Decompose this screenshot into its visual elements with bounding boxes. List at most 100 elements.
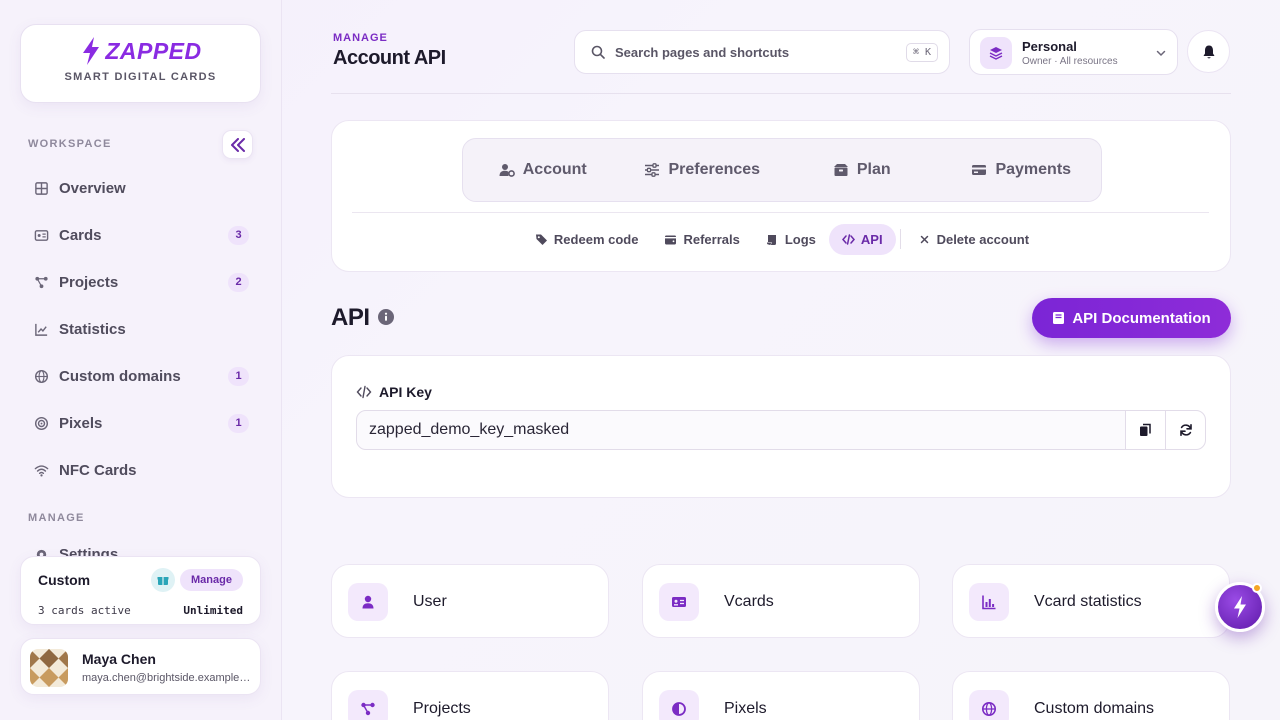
subtab-api[interactable]: API	[828, 223, 896, 255]
tab-plan[interactable]: Plan	[782, 139, 942, 201]
count-badge: 3	[228, 225, 249, 245]
sidebar-item-overview[interactable]: Overview	[28, 173, 253, 203]
subtab-label: Logs	[784, 231, 816, 247]
sidebar-item-pixels[interactable]: Pixels 1	[28, 408, 253, 438]
section-title: API	[331, 304, 370, 331]
resource-card-pixels[interactable]: Pixels	[642, 671, 920, 720]
resource-card-vcards[interactable]: Vcards	[642, 564, 920, 638]
resource-label: Projects	[413, 700, 471, 717]
search-icon	[591, 45, 605, 59]
chevron-down-icon	[1156, 50, 1166, 57]
code-icon	[841, 233, 855, 245]
tab-payments[interactable]: Payments	[942, 139, 1102, 201]
workspace-name: Personal	[1022, 39, 1077, 54]
subtab-label: Delete account	[936, 231, 1030, 247]
resource-label: User	[413, 593, 447, 610]
close-icon	[920, 235, 928, 243]
book-icon	[1053, 312, 1065, 324]
header-divider	[331, 93, 1231, 94]
plan-name: Custom	[38, 572, 91, 588]
workspace-section-label: WORKSPACE	[28, 138, 112, 150]
plan-card: Custom Manage 3 cards active Unlimited	[20, 556, 261, 625]
tab-account[interactable]: Account	[463, 139, 623, 201]
layers-icon	[980, 37, 1012, 69]
user-icon	[348, 583, 388, 621]
sidebar-item-settings[interactable]: Settings	[28, 540, 253, 556]
sliders-icon	[645, 163, 660, 177]
subtab-label: Referrals	[683, 231, 740, 247]
user-card[interactable]: Maya Chen maya.chen@brightside.example.c…	[20, 638, 261, 695]
resource-label: Custom domains	[1034, 700, 1155, 717]
sidebar-item-label: Custom domains	[59, 367, 181, 385]
tab-label: Account	[522, 161, 587, 178]
tabs-divider	[352, 212, 1209, 213]
sidebar-item-statistics[interactable]: Statistics	[28, 314, 253, 344]
sidebar-item-label: NFC Cards	[59, 461, 137, 479]
grid-icon	[33, 180, 49, 196]
count-badge: 1	[228, 366, 249, 386]
api-documentation-button[interactable]: API Documentation	[1032, 298, 1231, 338]
workspace-switcher[interactable]: Personal Owner · All resources	[969, 29, 1178, 75]
search-input[interactable]: Search pages and shortcuts ⌘ K	[574, 30, 950, 74]
resource-label: Vcard statistics	[1034, 593, 1142, 610]
target-icon	[33, 415, 49, 431]
sidebar-item-label: Pixels	[59, 414, 103, 432]
sidebar-item-label: Settings	[59, 546, 119, 556]
plan-limit: Unlimited	[183, 604, 243, 617]
bolt-icon	[1234, 596, 1246, 618]
id-card-icon	[33, 227, 49, 243]
brand-logo[interactable]: ZAPPED SMART DIGITAL CARDS	[20, 24, 261, 103]
info-icon[interactable]	[378, 309, 394, 325]
resource-card-vcard-statistics[interactable]: Vcard statistics	[952, 564, 1230, 638]
sidebar-item-cards[interactable]: Cards 3	[28, 220, 253, 250]
regenerate-api-key-button[interactable]	[1165, 410, 1206, 450]
tab-preferences[interactable]: Preferences	[623, 139, 783, 201]
avatar	[30, 649, 68, 687]
user-name: Maya Chen	[82, 651, 156, 667]
api-key-card: API Key	[331, 355, 1231, 498]
subtab-delete-account[interactable]: Delete account	[905, 224, 1042, 255]
bar-chart-icon	[969, 583, 1009, 621]
sidebar-item-projects[interactable]: Projects 2	[28, 267, 253, 297]
search-shortcut: ⌘ K	[905, 43, 938, 62]
subtab-logs[interactable]: Logs	[753, 224, 829, 255]
api-key-label: API Key	[379, 384, 432, 400]
resource-card-projects[interactable]: Projects	[331, 671, 609, 720]
api-key-label-row: API Key	[356, 384, 432, 400]
subtab-divider	[899, 229, 901, 249]
subtab-referrals[interactable]: Referrals	[651, 224, 752, 255]
code-icon	[356, 385, 372, 399]
sidebar-item-label: Projects	[59, 273, 119, 291]
api-key-field[interactable]	[356, 410, 1126, 450]
wifi-icon	[33, 462, 49, 478]
box-icon	[833, 164, 848, 176]
nodes-icon	[33, 274, 49, 290]
gift-icon[interactable]	[151, 568, 175, 592]
user-gear-icon	[499, 164, 515, 177]
notifications-button[interactable]	[1187, 30, 1230, 73]
sidebar: ZAPPED SMART DIGITAL CARDS WORKSPACE Ove…	[0, 0, 282, 720]
sidebar-item-label: Statistics	[59, 320, 126, 338]
collapse-sidebar-button[interactable]	[222, 130, 253, 159]
copy-api-key-button[interactable]	[1125, 410, 1166, 450]
resource-card-user[interactable]: User	[331, 564, 609, 638]
sidebar-item-custom-domains[interactable]: Custom domains 1	[28, 361, 253, 391]
count-badge: 2	[228, 272, 249, 292]
search-placeholder: Search pages and shortcuts	[615, 44, 790, 60]
sidebar-item-nfc-cards[interactable]: NFC Cards	[28, 455, 253, 485]
manage-plan-button[interactable]: Manage	[180, 569, 243, 591]
chart-line-icon	[33, 321, 49, 337]
tags-icon	[535, 234, 547, 245]
page-title: Account API	[333, 47, 446, 69]
manage-section-label: MANAGE	[28, 512, 85, 524]
sub-tabs: Redeem code Referrals Logs API Delete ac…	[332, 223, 1232, 255]
double-chevron-left-icon	[230, 137, 245, 152]
resource-label: Pixels	[724, 700, 767, 717]
subtab-redeem-code[interactable]: Redeem code	[522, 224, 652, 255]
notification-dot	[1252, 583, 1262, 593]
resource-card-custom-domains[interactable]: Custom domains	[952, 671, 1230, 720]
gear-icon	[33, 546, 49, 556]
refresh-icon	[1179, 424, 1192, 436]
subtab-label: API	[860, 231, 883, 247]
main-tabs: Account Preferences Plan Payments	[462, 138, 1102, 202]
